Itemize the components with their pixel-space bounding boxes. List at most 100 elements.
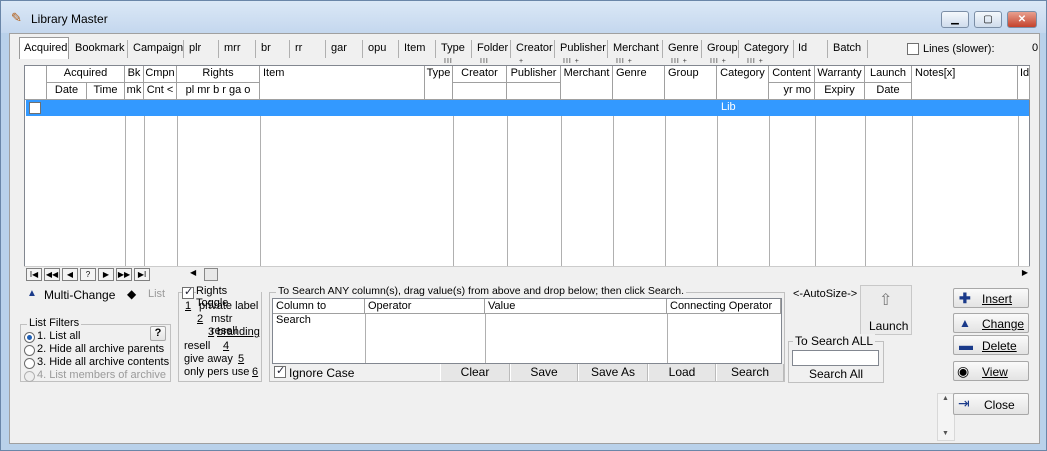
minimize-button[interactable]: ▁ [941, 11, 969, 28]
tab-item[interactable]: Item [401, 40, 436, 58]
scroll-down-icon[interactable]: ▼ [942, 430, 949, 437]
tab-category[interactable]: Category [741, 40, 794, 58]
search-criteria-grid[interactable]: Column to Search Operator Value Connecti… [272, 298, 782, 364]
tab-acquired[interactable]: Acquired [19, 37, 69, 59]
search-all-button[interactable]: Search All [809, 367, 863, 381]
row-checkbox[interactable] [29, 102, 41, 114]
list-filters-help-button[interactable]: ? [150, 326, 166, 341]
col-warranty[interactable]: Warranty [815, 66, 865, 83]
tab-bookmark[interactable]: Bookmark [72, 40, 128, 58]
tab-creator[interactable]: Creator [513, 40, 555, 58]
col-publisher[interactable]: Publisher [507, 66, 561, 83]
col-item[interactable]: Item [260, 66, 425, 100]
tab-plr[interactable]: plr [186, 40, 219, 58]
tab-group[interactable]: Group [704, 40, 739, 58]
filter-radio-list-all[interactable] [24, 332, 35, 343]
tab-br[interactable]: br [258, 40, 290, 58]
nav-next-page-button[interactable]: ▶▶ [116, 268, 132, 281]
col-content[interactable]: Content [769, 66, 815, 83]
search-load-button[interactable]: Load [648, 364, 716, 381]
col-time[interactable]: Time [87, 83, 125, 100]
rights-key[interactable]: 1 [185, 300, 191, 312]
lines-slower-checkbox[interactable] [907, 43, 919, 55]
search-all-input[interactable] [792, 350, 879, 366]
nav-last-button[interactable]: ▶I [134, 268, 150, 281]
nav-next-button[interactable]: ▶ [98, 268, 114, 281]
nav-help-button[interactable]: ? [80, 268, 96, 281]
autosize-link[interactable]: <-AutoSize-> [793, 288, 857, 300]
tab-batch[interactable]: Batch [830, 40, 868, 58]
nav-prev-page-button[interactable]: ◀◀ [44, 268, 60, 281]
col-launch-date[interactable]: Date [865, 83, 912, 100]
col-cnt[interactable]: Cnt < [144, 83, 177, 100]
change-button[interactable]: ▲ Change [953, 313, 1029, 333]
tab-type[interactable]: Type [438, 40, 472, 58]
delete-button[interactable]: ▬ Delete [953, 335, 1029, 355]
tab-publisher[interactable]: Publisher [557, 40, 608, 58]
tab-folder[interactable]: Folder [474, 40, 511, 58]
filter-radio-hide-parents[interactable] [24, 345, 35, 356]
col-expiry[interactable]: Expiry [815, 83, 865, 100]
col-date[interactable]: Date [47, 83, 87, 100]
col-cmpn[interactable]: Cmpn [144, 66, 177, 83]
tab-gar[interactable]: gar [328, 40, 363, 58]
rights-toggle-checkbox[interactable] [182, 285, 194, 299]
rights-key[interactable]: 2 [197, 313, 203, 325]
col-group[interactable]: Group [665, 66, 717, 100]
nav-prev-button[interactable]: ◀ [62, 268, 78, 281]
scroll-right-icon[interactable]: ▶ [1022, 268, 1028, 277]
col-launch[interactable]: Launch [865, 66, 912, 83]
close-window-button[interactable]: ✕ [1007, 11, 1037, 28]
insert-button[interactable]: ✚ Insert [953, 288, 1029, 308]
horizontal-scrollbar[interactable]: ◀ ▶ [190, 268, 1028, 281]
library-grid[interactable]: Acquired Date Time Bk mk Cmpn Cnt < Righ… [24, 65, 1030, 281]
search-col-operator[interactable]: Operator [365, 299, 485, 314]
col-genre[interactable]: Genre [613, 66, 665, 100]
nav-first-button[interactable]: I◀ [26, 268, 42, 281]
launch-button[interactable]: ⇧ Launch [860, 285, 912, 335]
col-rights-sub[interactable]: pl mr b r ga o [177, 83, 260, 100]
col-type[interactable]: Type [425, 66, 453, 100]
col-notes[interactable]: Notes[x] [912, 66, 1018, 100]
search-save-as-button[interactable]: Save As [578, 364, 648, 381]
search-button[interactable]: Search [716, 364, 784, 381]
tab-rr[interactable]: rr [292, 40, 326, 58]
view-button[interactable]: ◉ View [953, 361, 1029, 381]
close-button[interactable]: ⇥ Close [953, 393, 1029, 415]
filter-radio-members[interactable] [24, 371, 35, 382]
col-category[interactable]: Category [717, 66, 769, 100]
search-col-connecting[interactable]: Connecting Operator [667, 299, 781, 314]
rights-key[interactable]: 6 [252, 366, 258, 378]
col-yr-mo[interactable]: yr mo [769, 83, 815, 100]
table-row-selected[interactable]: Lib [26, 100, 1029, 116]
multi-change-button[interactable]: Multi-Change [44, 288, 115, 302]
tab-id[interactable]: Id [795, 40, 828, 58]
ignore-case-checkbox[interactable] [274, 364, 286, 378]
col-bk[interactable]: Bk [125, 66, 144, 83]
col-merchant[interactable]: Merchant [561, 66, 613, 100]
search-clear-button[interactable]: Clear [440, 364, 510, 381]
col-creator[interactable]: Creator [453, 66, 507, 83]
col-mk[interactable]: mk [125, 83, 144, 100]
scroll-left-icon[interactable]: ◀ [190, 268, 196, 277]
search-col-column[interactable]: Column to Search [273, 299, 365, 326]
rights-key[interactable]: 5 [238, 353, 244, 365]
list-button[interactable]: List [148, 288, 165, 300]
tab-mrr[interactable]: mrr [221, 40, 256, 58]
title-bar[interactable]: ✎ Library Master ▁ ▢ ✕ [1, 1, 1046, 33]
col-acquired[interactable]: Acquired [47, 66, 125, 83]
tab-opu[interactable]: opu [365, 40, 399, 58]
tab-campaign[interactable]: Campaign [130, 40, 184, 58]
maximize-button[interactable]: ▢ [974, 11, 1002, 28]
col-rights[interactable]: Rights [177, 66, 260, 83]
scroll-up-icon[interactable]: ▲ [942, 395, 949, 402]
tab-merchant[interactable]: Merchant [610, 40, 663, 58]
col-id[interactable]: Id [1018, 66, 1030, 100]
scroll-thumb[interactable] [204, 268, 218, 281]
rights-key[interactable]: 4 [223, 340, 229, 352]
search-save-button[interactable]: Save [510, 364, 578, 381]
tab-genre[interactable]: Genre [665, 40, 702, 58]
rights-key[interactable]: 3 [208, 326, 214, 338]
search-col-value[interactable]: Value [485, 299, 667, 314]
filter-radio-hide-contents[interactable] [24, 358, 35, 369]
